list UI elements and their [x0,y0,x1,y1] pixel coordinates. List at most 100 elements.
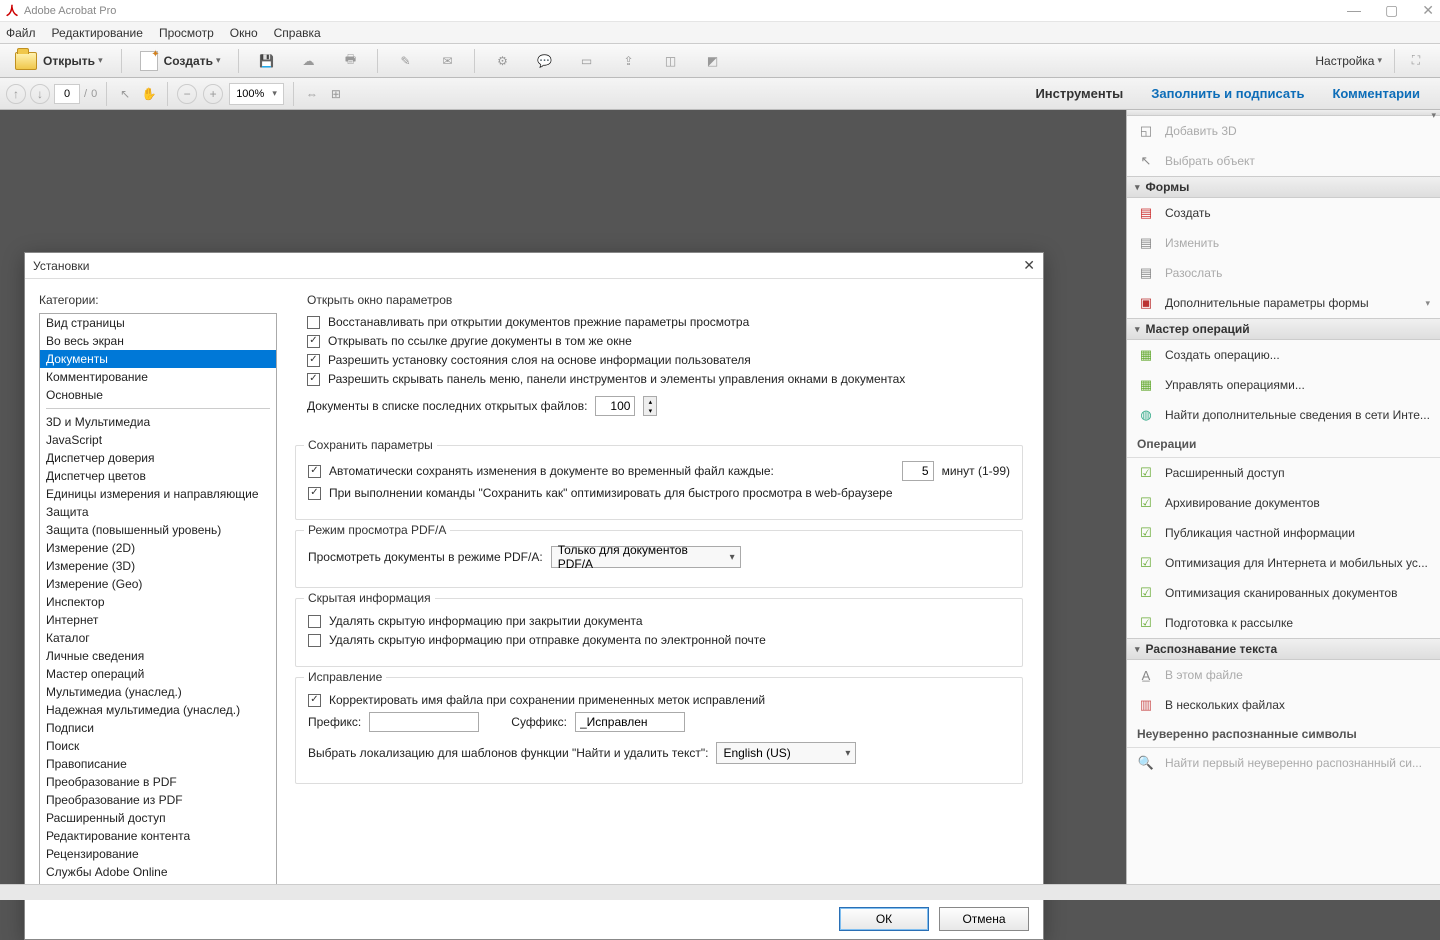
cancel-button[interactable]: Отмена [939,907,1029,931]
zoom-select[interactable]: 100% ▾ [229,83,284,105]
rp-forms-head[interactable]: ▾Формы [1127,176,1440,198]
cat-item[interactable]: Измерение (Geo) [40,575,276,593]
page-up-icon[interactable]: ↑ [6,84,26,104]
menu-view[interactable]: Просмотр [159,26,214,40]
edit-icon-button[interactable]: ✎ [387,48,423,74]
cat-item[interactable]: Инспектор [40,593,276,611]
window-minimize-icon[interactable]: — [1347,2,1361,19]
autosave-minutes-input[interactable] [902,461,934,481]
cb-autosave[interactable] [308,465,321,478]
rp-wizard-create[interactable]: ▦Создать операцию... [1127,340,1440,370]
cat-item[interactable]: Диспетчер доверия [40,449,276,467]
rp-op-item[interactable]: ☑Публикация частной информации [1127,518,1440,548]
cb-remove-hidden-on-close[interactable] [308,615,321,628]
cat-item[interactable]: Во весь экран [40,332,276,350]
cat-item-documents[interactable]: Документы [40,350,276,368]
cat-item[interactable]: Комментирование [40,368,276,386]
ok-button[interactable]: ОК [839,907,929,931]
rp-op-item[interactable]: ☑Оптимизация для Интернета и мобильных у… [1127,548,1440,578]
comment-icon-button[interactable]: 💬 [526,48,562,74]
window-close-icon[interactable]: ✕ [1422,2,1434,19]
cat-item[interactable]: Каталог [40,629,276,647]
rp-forms-create[interactable]: ▤Создать [1127,198,1440,228]
cat-item[interactable]: Измерение (3D) [40,557,276,575]
suffix-input[interactable] [575,712,685,732]
gear-icon-button[interactable]: ⚙ [484,48,520,74]
fullscreen-icon-button[interactable]: ⛶ [1398,48,1434,74]
cat-item[interactable]: Единицы измерения и направляющие [40,485,276,503]
cat-item[interactable]: Надежная мультимедиа (унаслед.) [40,701,276,719]
cat-item[interactable]: Личные сведения [40,647,276,665]
cat-item[interactable]: Диспетчер цветов [40,467,276,485]
tab-tools[interactable]: Инструменты [1021,78,1137,110]
page-number-input[interactable] [54,84,80,104]
cat-item[interactable]: Защита (повышенный уровень) [40,521,276,539]
rp-ocr-multi[interactable]: ▥В нескольких файлах [1127,690,1440,720]
cb-remove-hidden-on-email[interactable] [308,634,321,647]
fit-page-icon[interactable]: ⊞ [327,85,345,103]
cb-restore-view[interactable] [307,316,320,329]
customize-button[interactable]: Настройка ▾ [1306,48,1391,74]
rp-forms-more[interactable]: ▣Дополнительные параметры формы▾ [1127,288,1440,318]
rp-op-item[interactable]: ☑Подготовка к рассылке [1127,608,1440,638]
cat-item[interactable]: Интернет [40,611,276,629]
cat-item[interactable]: Мастер операций [40,665,276,683]
prefix-input[interactable] [369,712,479,732]
rp-op-item[interactable]: ☑Оптимизация сканированных документов [1127,578,1440,608]
tab-fill-sign[interactable]: Заполнить и подписать [1137,78,1318,110]
pane-options-icon[interactable]: ▾ [1431,110,1436,115]
cat-item[interactable]: Преобразование из PDF [40,791,276,809]
cat-item[interactable]: Защита [40,503,276,521]
cloud-icon-button[interactable]: ☁ [290,48,326,74]
cat-item[interactable]: Рецензирование [40,845,276,863]
cat-item[interactable]: Преобразование в PDF [40,773,276,791]
menu-file[interactable]: Файл [6,26,36,40]
cursor-icon[interactable]: ↖ [116,85,134,103]
cat-item[interactable]: Правописание [40,755,276,773]
tab-comments[interactable]: Комментарии [1318,78,1434,110]
cat-item[interactable]: Поиск [40,737,276,755]
cat-item[interactable]: Вид страницы [40,314,276,332]
rp-wizard-manage[interactable]: ▦Управлять операциями... [1127,370,1440,400]
form-icon-button[interactable]: ◫ [652,48,688,74]
cat-item[interactable]: Службы Adobe Online [40,863,276,881]
cat-item[interactable]: 3D и Мультимедиа [40,413,276,431]
cb-allow-layer-state[interactable] [307,354,320,367]
cb-adjust-filename[interactable] [308,694,321,707]
open-button[interactable]: Открыть ▾ [6,48,112,74]
rp-op-item[interactable]: ☑Расширенный доступ [1127,458,1440,488]
rp-ocr-head[interactable]: ▾Распознавание текста [1127,638,1440,660]
fit-width-icon[interactable]: ⇔ [303,85,321,103]
localization-select[interactable]: English (US) [716,742,856,764]
zoom-out-icon[interactable]: − [177,84,197,104]
cb-optimize-fast-web[interactable] [308,487,321,500]
cat-item[interactable]: Расширенный доступ [40,809,276,827]
zoom-in-icon[interactable]: + [203,84,223,104]
cat-item[interactable]: Подписи [40,719,276,737]
cb-open-same-window[interactable] [307,335,320,348]
create-button[interactable]: Создать ▾ [131,48,230,74]
cat-item[interactable]: JavaScript [40,431,276,449]
cb-allow-hide-menubar[interactable] [307,373,320,386]
rp-wizard-find[interactable]: ◍Найти дополнительные сведения в сети Ин… [1127,400,1440,430]
window-maximize-icon[interactable]: ▢ [1385,2,1398,19]
rp-op-item[interactable]: ☑Архивирование документов [1127,488,1440,518]
cat-item[interactable]: Мультимедиа (унаслед.) [40,683,276,701]
cat-item[interactable]: Основные [40,386,276,404]
recent-files-spinner[interactable]: ▴▾ [643,396,657,416]
stamp-icon-button[interactable]: ◩ [694,48,730,74]
menu-window[interactable]: Окно [230,26,258,40]
print-icon-button[interactable]: 🖶 [332,48,368,74]
cat-item[interactable]: Редактирование контента [40,827,276,845]
notes-icon-button[interactable]: ▭ [568,48,604,74]
pdfa-mode-select[interactable]: Только для документов PDF/A [551,546,741,568]
save-icon-button[interactable]: 💾 [248,48,284,74]
cat-item[interactable]: Измерение (2D) [40,539,276,557]
dialog-close-icon[interactable]: ✕ [1023,257,1035,274]
hand-icon[interactable]: ✋ [140,85,158,103]
rp-wizard-head[interactable]: ▾Мастер операций [1127,318,1440,340]
export-icon-button[interactable]: ⇪ [610,48,646,74]
menu-help[interactable]: Справка [274,26,321,40]
categories-list[interactable]: Вид страницы Во весь экран Документы Ком… [39,313,277,889]
recent-files-input[interactable] [595,396,635,416]
